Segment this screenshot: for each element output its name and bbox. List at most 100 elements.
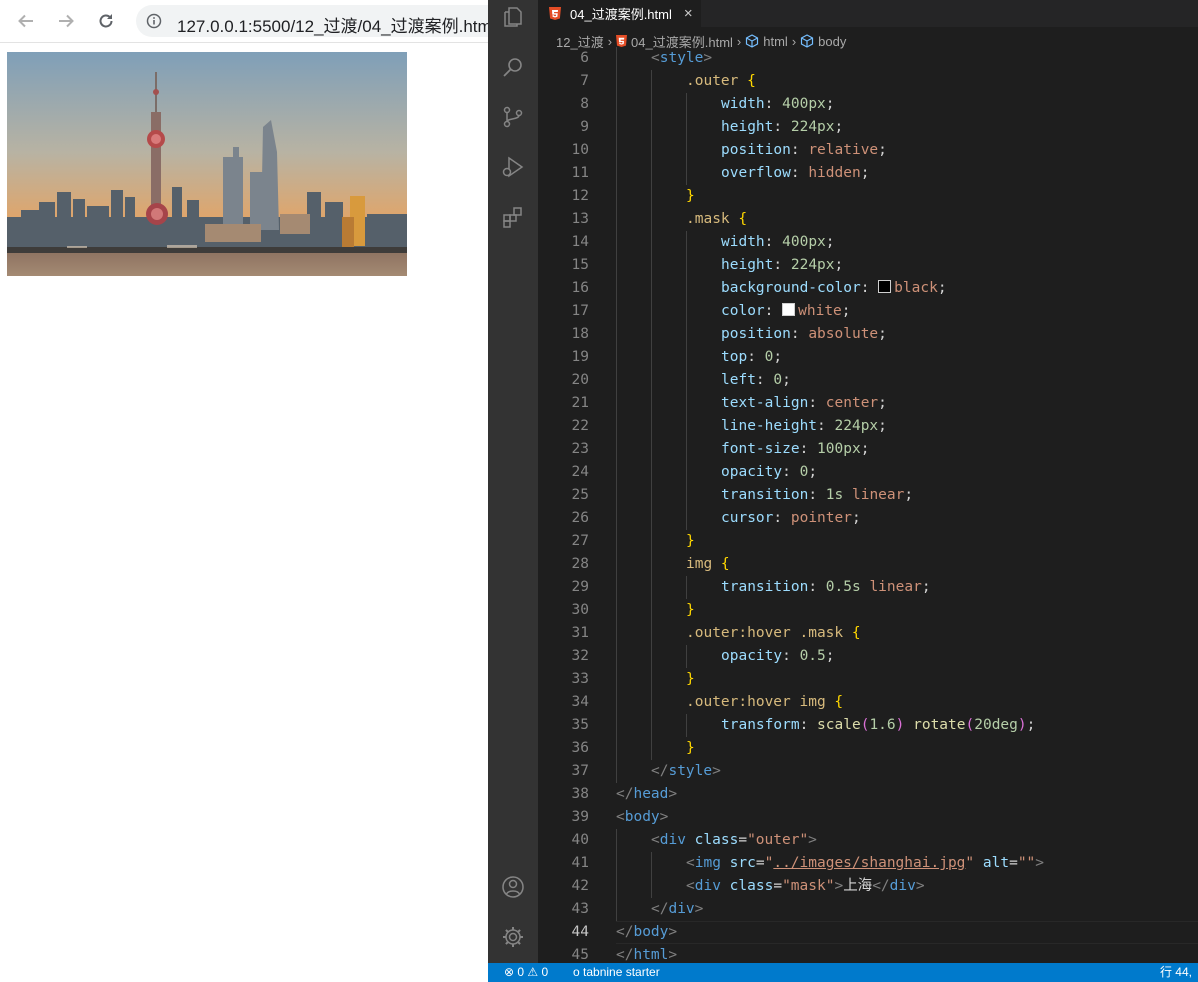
indent-guide — [616, 576, 617, 599]
indent-guide — [651, 852, 652, 875]
indent-guide — [651, 714, 652, 737]
indent-guide — [651, 691, 652, 714]
code-line[interactable]: 32 opacity: 0.5; — [538, 645, 1198, 668]
code-line[interactable]: 34 .outer:hover img { — [538, 691, 1198, 714]
code-line[interactable]: 8 width: 400px; — [538, 93, 1198, 116]
symbol-element-icon — [746, 34, 759, 48]
code-line[interactable]: 18 position: absolute; — [538, 323, 1198, 346]
back-button[interactable] — [13, 8, 39, 34]
reload-button[interactable] — [93, 8, 119, 34]
code-line[interactable]: 44 </body> — [538, 921, 1198, 944]
explorer-icon[interactable] — [501, 5, 525, 29]
code-line[interactable]: 24 opacity: 0; — [538, 461, 1198, 484]
source-control-icon[interactable] — [501, 105, 525, 129]
code-line[interactable]: 41 <img src="../images/shanghai.jpg" alt=… — [538, 852, 1198, 875]
code-line[interactable]: 14 width: 400px; — [538, 231, 1198, 254]
indent-guide — [651, 277, 652, 300]
search-icon[interactable] — [501, 55, 525, 79]
indent-guide — [616, 691, 617, 714]
code-line[interactable]: 12} — [538, 185, 1198, 208]
account-icon[interactable] — [501, 875, 525, 899]
indent-guide — [616, 829, 617, 852]
forward-button[interactable] — [53, 8, 79, 34]
code-line[interactable]: 21 text-align: center; — [538, 392, 1198, 415]
line-number: 31 — [571, 625, 589, 641]
code-text: <div class="outer"> — [651, 832, 817, 848]
indent-guide — [616, 116, 617, 139]
code-line[interactable]: 37 </style> — [538, 760, 1198, 783]
code-line[interactable]: 23 font-size: 100px; — [538, 438, 1198, 461]
code-line[interactable]: 38 </head> — [538, 783, 1198, 806]
code-line[interactable]: 9 height: 224px; — [538, 116, 1198, 139]
code-line[interactable]: 20 left: 0; — [538, 369, 1198, 392]
code-line[interactable]: 43 </div> — [538, 898, 1198, 921]
reload-icon — [99, 14, 113, 28]
code-line[interactable]: 7 .outer { — [538, 70, 1198, 93]
code-text: <img src="../images/shanghai.jpg" alt=""… — [686, 855, 1045, 871]
code-line[interactable]: 31 .outer:hover .mask { — [538, 622, 1198, 645]
tab-04-html[interactable]: 04_过渡案例.html × — [538, 0, 701, 27]
line-number: 18 — [571, 326, 589, 342]
line-number: 24 — [571, 464, 589, 480]
code-line[interactable]: 42 <div class="mask">上海</div> — [538, 875, 1198, 898]
indent-guide — [616, 668, 617, 691]
code-line[interactable]: 36} — [538, 737, 1198, 760]
code-line[interactable]: 28 img { — [538, 553, 1198, 576]
code-editor[interactable]: 6 <style> 7 .outer {8 width: 400px; 9 height: … — [538, 47, 1198, 963]
cursor-position[interactable]: 行 44, — [1160, 963, 1192, 982]
color-swatch-black[interactable] — [878, 280, 892, 293]
indent-guide — [616, 346, 617, 369]
settings-gear-icon[interactable] — [501, 925, 525, 949]
code-line[interactable]: 33} — [538, 668, 1198, 691]
code-line[interactable]: 27} — [538, 530, 1198, 553]
problems-indicator[interactable]: ⊗ 0 ⚠ 0 — [504, 963, 548, 982]
code-text: } — [686, 602, 695, 618]
code-text: transition: 1s linear; — [721, 487, 914, 503]
line-number: 29 — [571, 579, 589, 595]
code-line[interactable]: 16 background-color: black; — [538, 277, 1198, 300]
code-line[interactable]: 6 <style> — [538, 47, 1198, 70]
code-text: position: relative; — [721, 142, 887, 158]
indent-guide — [651, 645, 652, 668]
info-icon — [146, 13, 162, 29]
code-line[interactable]: 15 height: 224px; — [538, 254, 1198, 277]
activity-bar — [488, 0, 538, 963]
code-line[interactable]: 13 .mask { — [538, 208, 1198, 231]
indent-guide — [616, 530, 617, 553]
address-bar[interactable]: 127.0.0.1:5500/12_过渡/04_过渡案例.html — [136, 5, 488, 37]
indent-guide — [686, 162, 687, 185]
code-line[interactable]: 11 overflow: hidden; — [538, 162, 1198, 185]
code-line[interactable]: 45 </html> — [538, 944, 1198, 963]
indent-guide — [651, 576, 652, 599]
code-line[interactable]: 30} — [538, 599, 1198, 622]
indent-guide — [651, 254, 652, 277]
code-text: transition: 0.5s linear; — [721, 579, 931, 595]
code-line[interactable]: 22 line-height: 224px; — [538, 415, 1198, 438]
code-line[interactable]: 19 top: 0; — [538, 346, 1198, 369]
indent-guide — [616, 898, 617, 921]
close-icon[interactable]: × — [684, 6, 693, 21]
status-bar: ⊗ 0 ⚠ 0 o tabnine starter 行 44, — [488, 963, 1198, 982]
shanghai-skyline-image[interactable] — [7, 52, 407, 276]
code-line[interactable]: 17 color: white; — [538, 300, 1198, 323]
indent-guide — [686, 461, 687, 484]
code-line[interactable]: 35 transform: scale(1.6) rotate(20deg); — [538, 714, 1198, 737]
url-text[interactable]: 127.0.0.1:5500/12_过渡/04_过渡案例.html — [177, 12, 488, 37]
color-swatch-white[interactable] — [782, 303, 796, 316]
code-line[interactable]: 26 cursor: pointer; — [538, 507, 1198, 530]
extensions-icon[interactable] — [501, 205, 525, 229]
run-debug-icon[interactable] — [501, 155, 525, 179]
indent-guide — [651, 737, 652, 760]
arrow-right-icon — [59, 14, 74, 28]
browser-window: 127.0.0.1:5500/12_过渡/04_过渡案例.html — [0, 0, 488, 982]
code-line[interactable]: 39 <body> — [538, 806, 1198, 829]
code-line[interactable]: 10 position: relative; — [538, 139, 1198, 162]
code-line[interactable]: 25 transition: 1s linear; — [538, 484, 1198, 507]
indent-guide — [651, 231, 652, 254]
skyline-picture — [7, 52, 407, 276]
code-line[interactable]: 29 transition: 0.5s linear; — [538, 576, 1198, 599]
line-number: 15 — [571, 257, 589, 273]
tabnine-status[interactable]: o tabnine starter — [573, 963, 660, 982]
indent-guide — [651, 392, 652, 415]
code-line[interactable]: 40 <div class="outer"> — [538, 829, 1198, 852]
